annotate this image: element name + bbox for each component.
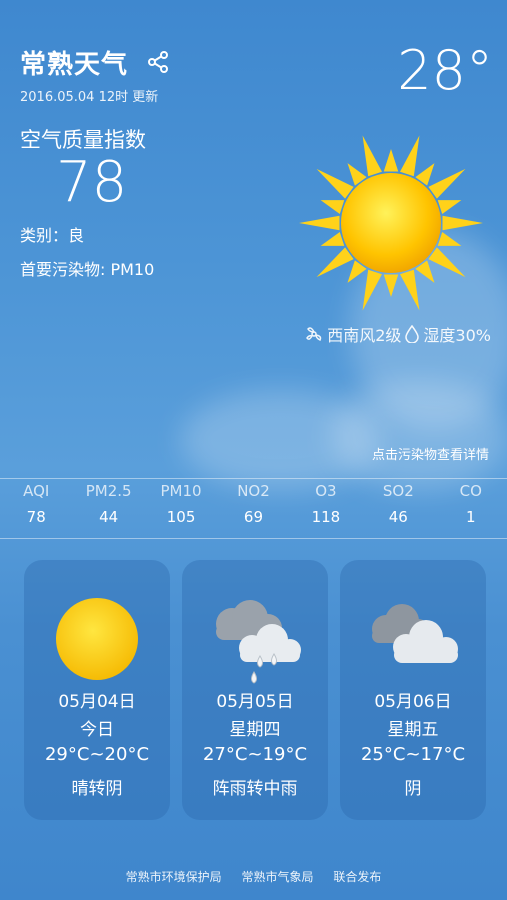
sun-ray xyxy=(362,269,382,311)
footer: 常熟市环境保护局 常熟市气象局 联合发布 xyxy=(0,868,507,885)
sun-ray xyxy=(320,200,345,214)
sun-ray xyxy=(428,247,466,278)
footer-source-epb: 常熟市环境保护局 xyxy=(125,870,222,884)
pollutant-value: 46 xyxy=(388,508,408,526)
pollutant-detail-link[interactable]: 点击污染物查看详情 xyxy=(372,444,489,463)
pollutant-label: O3 xyxy=(315,482,337,500)
forecast-date: 05月04日 xyxy=(58,692,136,712)
sun-ray xyxy=(428,168,466,199)
sun-ray xyxy=(320,232,345,246)
forecast-temp-range: 25°C~17°C xyxy=(360,744,466,765)
pollutant-aqi[interactable]: AQI 78 xyxy=(0,482,72,526)
pollutant-value: 1 xyxy=(465,508,476,526)
pollutant-label: NO2 xyxy=(237,482,270,500)
footer-source-met: 常熟市气象局 xyxy=(241,870,314,884)
divider xyxy=(0,538,507,539)
pollutant-no2[interactable]: NO2 69 xyxy=(217,482,289,526)
pollutant-co[interactable]: CO 1 xyxy=(435,482,507,526)
pollutant-label: CO xyxy=(459,482,482,500)
divider xyxy=(0,478,507,479)
wind-text: 西南风2级 xyxy=(327,326,402,345)
forecast-card-friday[interactable]: 05月06日 星期五 25°C~17°C 阴 xyxy=(340,560,486,820)
pollutant-value: 105 xyxy=(166,508,196,526)
pollutant-label: AQI xyxy=(23,482,50,500)
sun-ray xyxy=(437,232,462,246)
aqi-value: 78 xyxy=(56,150,128,215)
forecast-temp-range: 27°C~19°C xyxy=(202,744,308,765)
forecast-card-today[interactable]: 05月04日 今日 29°C~20°C 晴转阴 xyxy=(24,560,170,820)
sun-icon xyxy=(24,584,170,694)
forecast-temp-range: 29°C~20°C xyxy=(44,744,150,765)
sun-ray xyxy=(299,215,340,231)
pollutant-value: 78 xyxy=(26,508,46,526)
sun-ray xyxy=(316,168,354,199)
humidity-icon xyxy=(405,325,420,343)
sun-ray xyxy=(316,247,354,278)
forecast-date: 05月06日 xyxy=(374,692,452,712)
pollutant-pm25[interactable]: PM2.5 44 xyxy=(72,482,144,526)
humidity-text: 湿度30% xyxy=(423,326,491,345)
sun-ray xyxy=(362,135,382,177)
footer-joint-release: 联合发布 xyxy=(333,870,382,884)
pollutant-so2[interactable]: SO2 46 xyxy=(362,482,434,526)
share-icon[interactable] xyxy=(146,50,170,74)
update-time: 2016.05.04 12时 更新 xyxy=(20,90,159,105)
pollutant-label: PM10 xyxy=(160,482,202,500)
sun-ray xyxy=(400,135,420,177)
forecast-condition: 晴转阴 xyxy=(71,779,123,799)
wind-humidity-line: 西南风2级 湿度30% xyxy=(305,322,491,346)
pollutant-o3[interactable]: O3 118 xyxy=(290,482,362,526)
wind-icon xyxy=(305,325,323,343)
forecast-day: 今日 xyxy=(80,720,114,740)
pollutant-table[interactable]: AQI 78 PM2.5 44 PM10 105 NO2 69 O3 118 SO2 46 … xyxy=(0,482,507,526)
sun-ray xyxy=(383,274,399,297)
aqi-category: 类别：良 xyxy=(20,226,85,245)
forecast-day: 星期五 xyxy=(387,720,439,740)
pollutant-value: 118 xyxy=(311,508,341,526)
current-temperature: 28° xyxy=(397,39,493,102)
pollutant-label: PM2.5 xyxy=(85,482,132,500)
weather-screen: 常熟天气 2016.05.04 12时 更新 28° 空气质量指数 78 类别：… xyxy=(0,0,507,900)
forecast-condition: 阵雨转中雨 xyxy=(212,779,298,799)
pollutant-label: SO2 xyxy=(382,482,414,500)
sun-icon xyxy=(296,128,486,318)
city-title: 常熟天气 xyxy=(20,50,129,80)
sun-ray xyxy=(383,149,399,172)
rain-cloud-icon xyxy=(182,584,328,694)
background-cloud xyxy=(330,380,507,490)
forecast-card-thursday[interactable]: 05月05日 星期四 27°C~19°C 阵雨转中雨 xyxy=(182,560,328,820)
forecast-cards: 05月04日 今日 29°C~20°C 晴转阴 05月05日 星期四 27°C~… xyxy=(24,560,486,820)
pollutant-pm10[interactable]: PM10 105 xyxy=(145,482,217,526)
pollutant-value: 69 xyxy=(243,508,264,526)
forecast-day: 星期四 xyxy=(229,720,281,740)
sun-ray xyxy=(442,215,483,231)
forecast-date: 05月05日 xyxy=(216,692,294,712)
cloud-icon xyxy=(340,584,486,694)
forecast-condition: 阴 xyxy=(404,779,422,799)
sun-ray xyxy=(437,200,462,214)
pollutant-value: 44 xyxy=(99,508,119,526)
primary-pollutant: 首要污染物: PM10 xyxy=(20,260,155,279)
sun-ray xyxy=(400,269,420,311)
